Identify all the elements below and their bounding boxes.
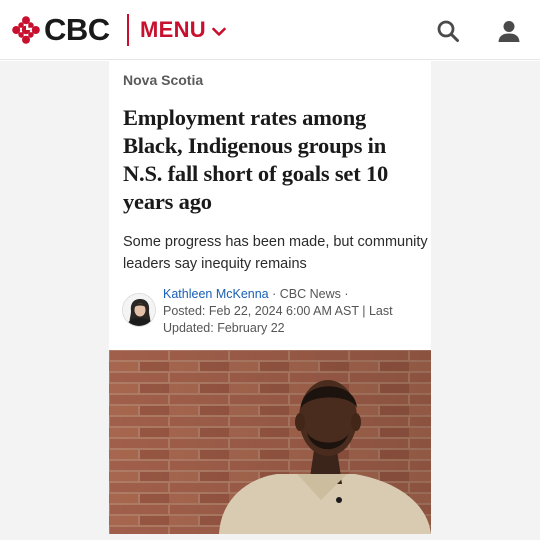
article-headline: Employment rates among Black, Indigenous… — [123, 105, 389, 214]
cbc-wordmark: CBC — [44, 12, 110, 47]
posted-timestamp: Feb 22, 2024 6:00 AM AST — [208, 304, 359, 318]
user-account-icon[interactable] — [497, 19, 521, 43]
menu-button[interactable]: MENU — [140, 16, 226, 44]
cbc-logo[interactable]: CBC — [12, 14, 110, 46]
byline-pipe: | — [362, 304, 366, 318]
article-lead-image[interactable] — [109, 350, 431, 534]
byline-outlet: CBC News — [279, 287, 341, 301]
chevron-down-icon — [212, 27, 226, 36]
updated-timestamp: February 22 — [217, 321, 285, 335]
menu-label: MENU — [140, 17, 206, 42]
cbc-gem-icon — [12, 16, 40, 44]
site-header: CBC MENU — [0, 0, 540, 60]
byline-separator: · — [272, 287, 277, 301]
byline-separator: · — [344, 287, 349, 301]
article-dek: Some progress has been made, but communi… — [123, 234, 428, 272]
article-byline: Kathleen McKenna · CBC News · Posted: Fe… — [163, 286, 425, 337]
lead-photo — [109, 350, 431, 534]
header-divider — [127, 14, 129, 46]
search-icon[interactable] — [436, 19, 460, 43]
author-avatar[interactable] — [122, 293, 156, 327]
posted-label: Posted: — [163, 304, 206, 318]
section-label[interactable]: Nova Scotia — [123, 72, 203, 88]
author-link[interactable]: Kathleen McKenna — [163, 287, 269, 301]
